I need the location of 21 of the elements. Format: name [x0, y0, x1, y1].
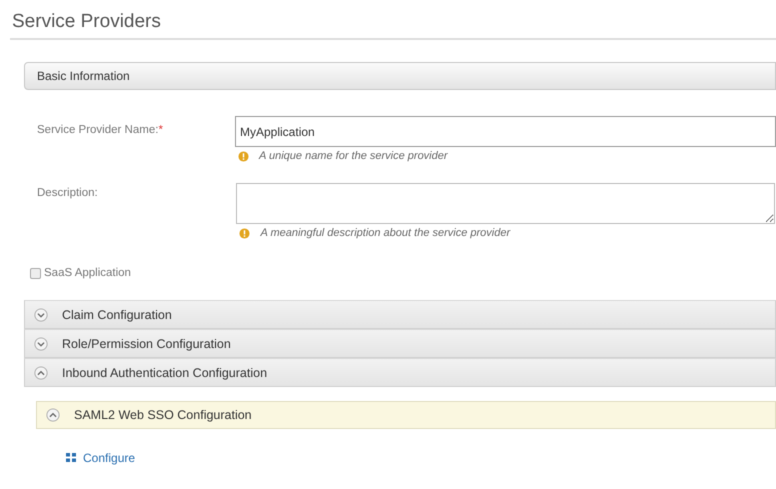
- expand-icon[interactable]: [34, 308, 48, 322]
- info-icon: [239, 228, 250, 238]
- name-input[interactable]: MyApplication: [235, 116, 776, 147]
- grid-icon: [66, 453, 77, 462]
- configure-link[interactable]: Configure: [66, 450, 136, 464]
- checkbox-label: SaaS Application: [44, 267, 131, 279]
- expand-icon[interactable]: [34, 336, 48, 350]
- section-header: Basic Information: [24, 62, 776, 90]
- field-label: Service Provider Name:*: [36, 123, 164, 138]
- page-title: Service Providers: [11, 10, 162, 34]
- field-hint: A meaningful description about the service provider: [260, 227, 510, 239]
- field-hint: A unique name for the service provider: [259, 150, 448, 162]
- section-header[interactable]: Inbound Authentication Configuration: [24, 358, 776, 387]
- collapse-icon[interactable]: [34, 366, 48, 380]
- section-header[interactable]: Role/Permission Configuration: [24, 329, 776, 358]
- field-label: Description:: [36, 186, 99, 201]
- section-header[interactable]: Claim Configuration: [24, 300, 776, 329]
- info-icon: [238, 150, 249, 162]
- collapse-icon[interactable]: [46, 408, 60, 422]
- subsection-header[interactable]: SAML2 Web SSO Configuration: [36, 401, 776, 429]
- checkbox[interactable]: [30, 268, 41, 278]
